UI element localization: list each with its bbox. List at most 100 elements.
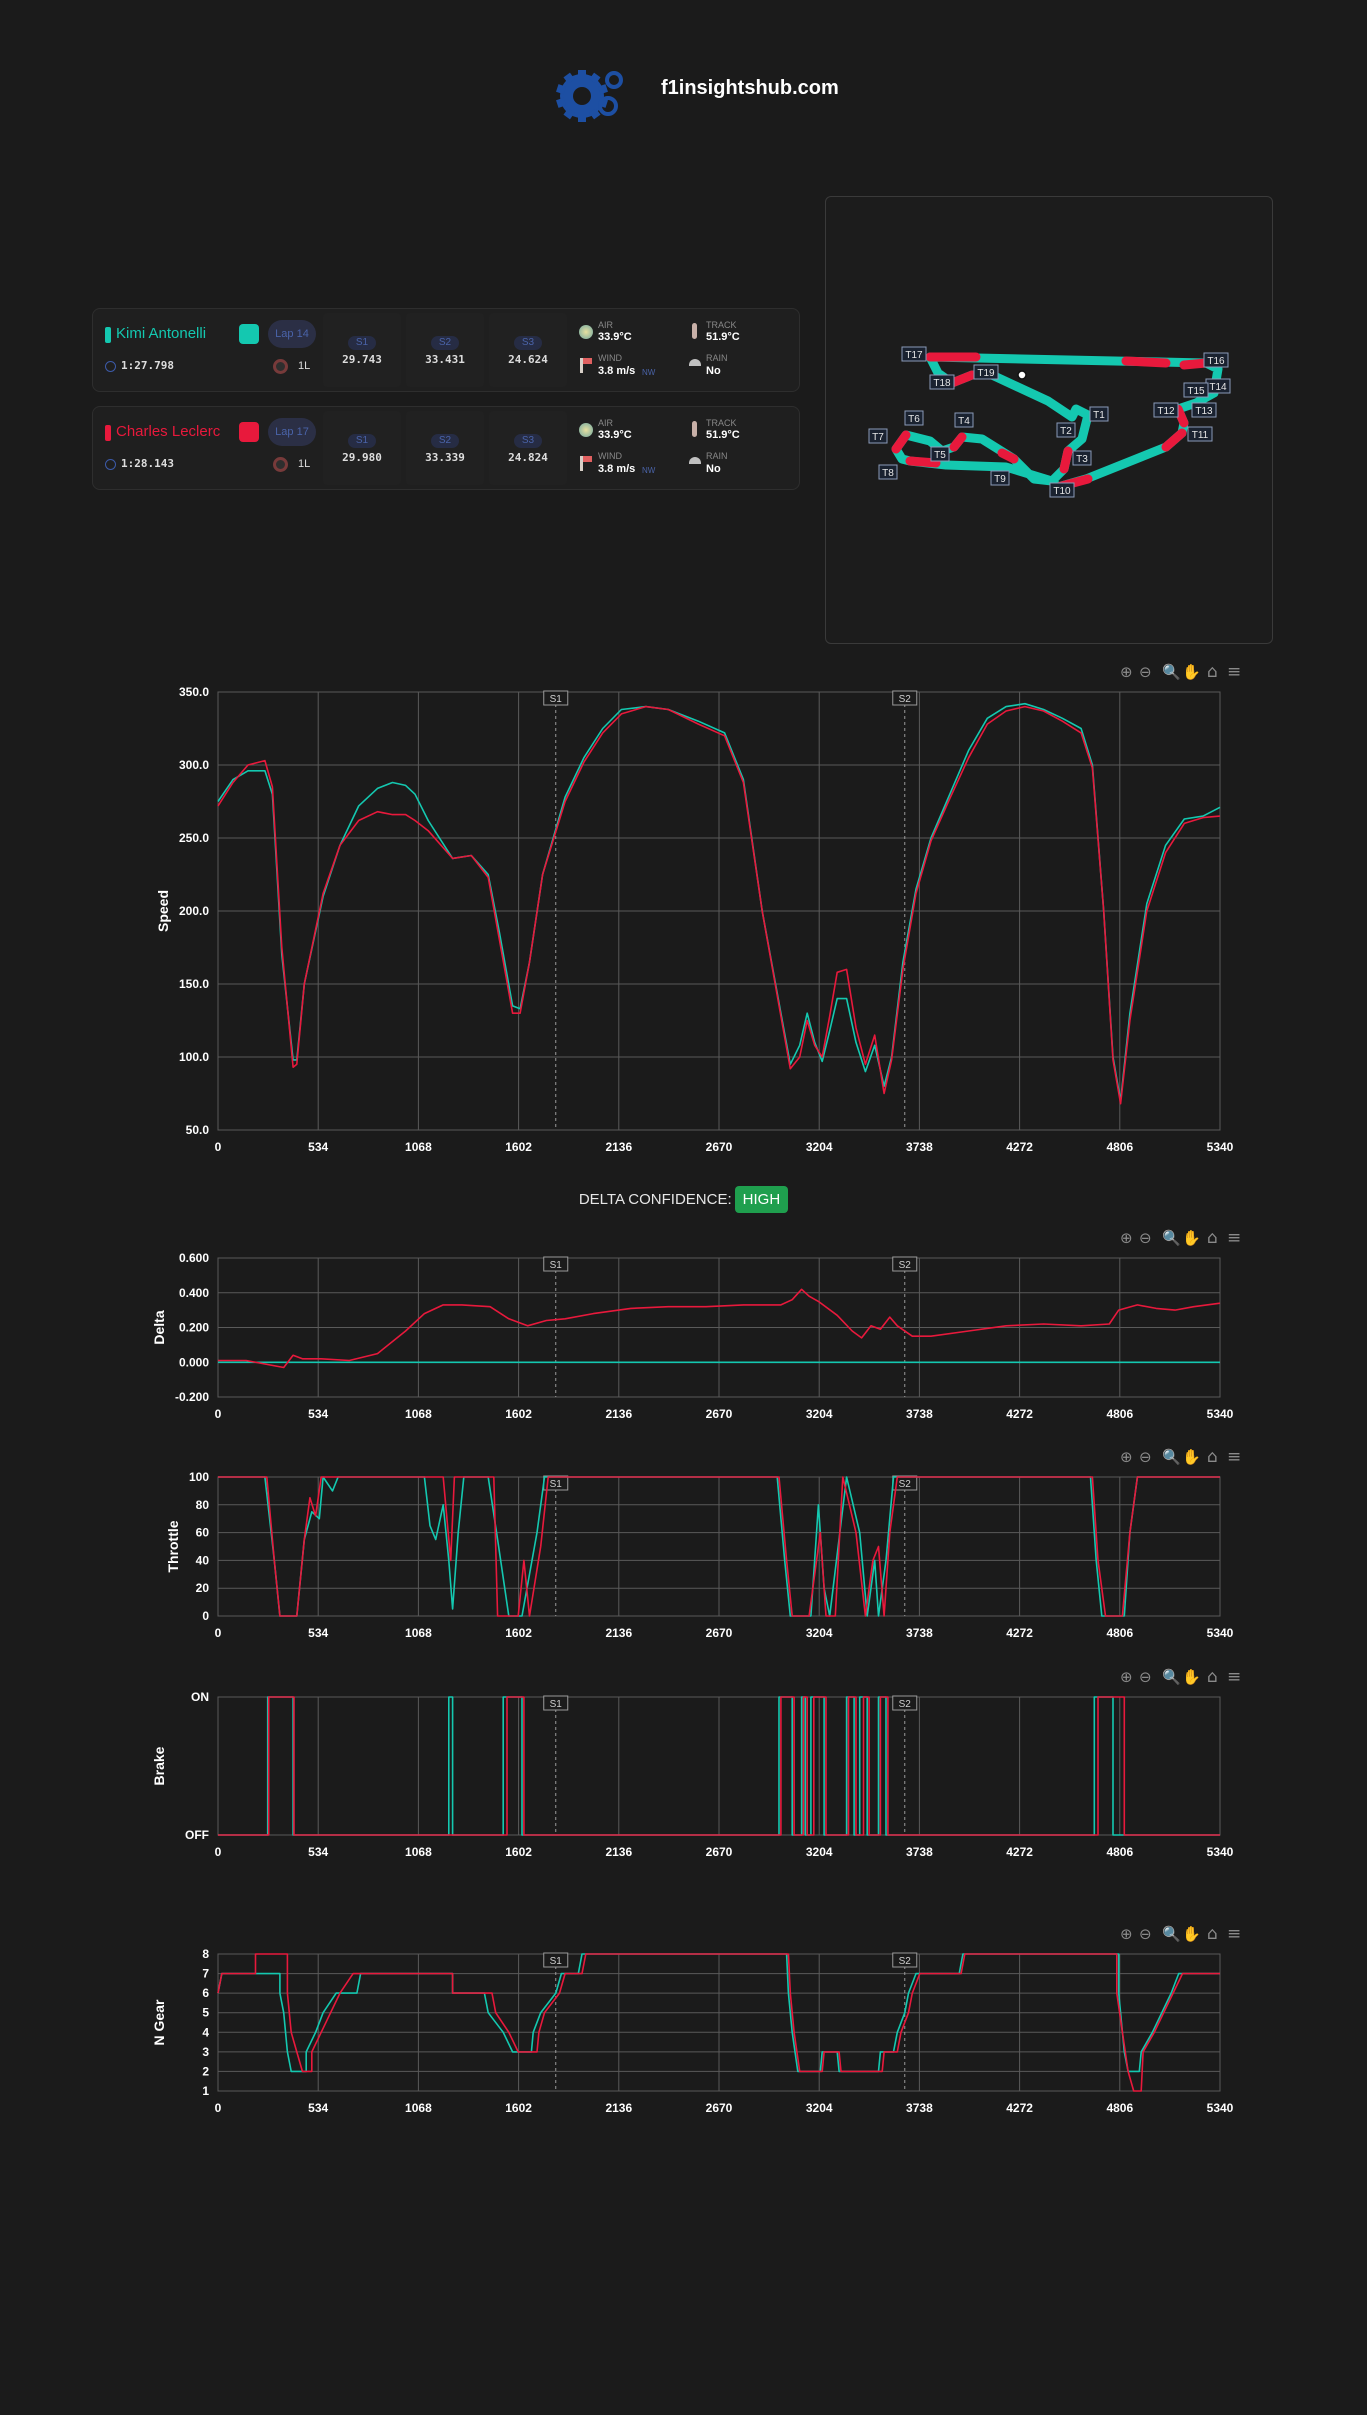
x-tick-label: 4806: [1106, 1407, 1133, 1421]
pan-icon[interactable]: ✋: [1182, 1448, 1201, 1466]
x-tick-label: 4806: [1106, 2101, 1133, 2115]
sector-marker-label: S1: [550, 1699, 563, 1710]
x-tick-label: 534: [308, 1626, 328, 1640]
zoom-out-icon[interactable]: ⊖: [1139, 1448, 1152, 1466]
x-tick-label: 1068: [405, 1140, 432, 1154]
zoom-out-icon[interactable]: ⊖: [1139, 1229, 1152, 1247]
x-tick-label: 2136: [605, 1626, 632, 1640]
x-tick-label: 4272: [1006, 1407, 1033, 1421]
x-tick-label: 0: [215, 1845, 222, 1859]
zoom-select-icon[interactable]: 🔍: [1162, 1924, 1181, 1943]
x-tick-label: 0: [215, 1407, 222, 1421]
y-tick-label: 300.0: [179, 758, 209, 772]
y-tick-label: 20: [196, 1581, 210, 1595]
pan-icon[interactable]: ✋: [1182, 1229, 1201, 1247]
x-tick-label: 5340: [1207, 1140, 1234, 1154]
x-tick-label: 4272: [1006, 1140, 1033, 1154]
zoom-out-icon[interactable]: ⊖: [1139, 1668, 1152, 1686]
x-tick-label: 5340: [1207, 1407, 1234, 1421]
zoom-out-icon[interactable]: ⊖: [1139, 663, 1152, 681]
y-axis-label: Delta: [151, 1310, 167, 1344]
sector-marker-label: S1: [550, 1479, 563, 1490]
y-tick-label: OFF: [185, 1828, 209, 1842]
x-tick-label: 1068: [405, 2101, 432, 2115]
x-tick-label: 2670: [706, 1140, 733, 1154]
y-tick-label: 1: [202, 2084, 209, 2098]
y-axis-label: Speed: [155, 890, 171, 932]
delta-confidence-label: DELTA CONFIDENCE:: [578, 1191, 732, 1208]
y-tick-label: 5: [202, 2006, 209, 2020]
x-tick-label: 2136: [605, 2101, 632, 2115]
x-tick-label: 2670: [706, 1407, 733, 1421]
x-tick-label: 534: [308, 2101, 328, 2115]
x-tick-label: 3204: [806, 1407, 833, 1421]
pan-icon[interactable]: ✋: [1182, 1925, 1201, 1943]
sector-marker-label: S2: [899, 1479, 912, 1490]
zoom-in-icon[interactable]: ⊕: [1120, 1229, 1133, 1247]
x-tick-label: 0: [215, 1626, 222, 1640]
home-icon[interactable]: ⌂: [1207, 1924, 1218, 1944]
y-tick-label: 100: [189, 1470, 209, 1484]
sector-marker-label: S2: [899, 1699, 912, 1710]
x-tick-label: 1602: [505, 2101, 532, 2115]
y-axis-label: N Gear: [151, 1999, 167, 2045]
zoom-in-icon[interactable]: ⊕: [1120, 1668, 1133, 1686]
x-tick-label: 3204: [806, 1140, 833, 1154]
x-tick-label: 1068: [405, 1845, 432, 1859]
home-icon[interactable]: ⌂: [1207, 1667, 1218, 1687]
zoom-select-icon[interactable]: 🔍: [1162, 1228, 1181, 1247]
menu-icon[interactable]: ≡: [1227, 1228, 1241, 1248]
y-tick-label: -0.200: [175, 1390, 209, 1404]
x-tick-label: 3204: [806, 2101, 833, 2115]
x-tick-label: 4806: [1106, 1845, 1133, 1859]
x-tick-label: 2136: [605, 1845, 632, 1859]
x-tick-label: 2136: [605, 1140, 632, 1154]
y-tick-label: 0.400: [179, 1286, 209, 1300]
pan-icon[interactable]: ✋: [1182, 663, 1201, 681]
y-tick-label: 80: [196, 1498, 210, 1512]
x-tick-label: 534: [308, 1140, 328, 1154]
x-tick-label: 534: [308, 1845, 328, 1859]
zoom-out-icon[interactable]: ⊖: [1139, 1925, 1152, 1943]
x-tick-label: 3738: [906, 1626, 933, 1640]
y-tick-label: 3: [202, 2045, 209, 2059]
x-tick-label: 3738: [906, 1407, 933, 1421]
menu-icon[interactable]: ≡: [1227, 1667, 1241, 1687]
home-icon[interactable]: ⌂: [1207, 662, 1218, 682]
x-tick-label: 5340: [1207, 2101, 1234, 2115]
y-tick-label: 8: [202, 1947, 209, 1961]
zoom-in-icon[interactable]: ⊕: [1120, 663, 1133, 681]
y-tick-label: 4: [202, 2025, 209, 2039]
y-tick-label: 0.200: [179, 1321, 209, 1335]
x-tick-label: 1602: [505, 1140, 532, 1154]
menu-icon[interactable]: ≡: [1227, 662, 1241, 682]
zoom-select-icon[interactable]: 🔍: [1162, 1667, 1181, 1686]
zoom-in-icon[interactable]: ⊕: [1120, 1448, 1133, 1466]
delta-confidence-badge: HIGH: [734, 1186, 789, 1213]
x-tick-label: 3738: [906, 1140, 933, 1154]
zoom-in-icon[interactable]: ⊕: [1120, 1925, 1133, 1943]
y-tick-label: 0: [202, 1609, 209, 1623]
x-tick-label: 0: [215, 1140, 222, 1154]
x-tick-label: 4272: [1006, 1626, 1033, 1640]
home-icon[interactable]: ⌂: [1207, 1447, 1218, 1467]
zoom-select-icon[interactable]: 🔍: [1162, 662, 1181, 681]
y-tick-label: 200.0: [179, 904, 209, 918]
x-tick-label: 1602: [505, 1845, 532, 1859]
x-tick-label: 4806: [1106, 1626, 1133, 1640]
x-tick-label: 4272: [1006, 1845, 1033, 1859]
y-tick-label: 7: [202, 1967, 209, 1981]
sector-marker-label: S2: [899, 694, 912, 705]
x-tick-label: 3204: [806, 1626, 833, 1640]
menu-icon[interactable]: ≡: [1227, 1924, 1241, 1944]
x-tick-label: 1602: [505, 1626, 532, 1640]
y-tick-label: 150.0: [179, 977, 209, 991]
menu-icon[interactable]: ≡: [1227, 1447, 1241, 1467]
x-tick-label: 1068: [405, 1407, 432, 1421]
home-icon[interactable]: ⌂: [1207, 1228, 1218, 1248]
y-tick-label: 100.0: [179, 1050, 209, 1064]
zoom-select-icon[interactable]: 🔍: [1162, 1447, 1181, 1466]
x-tick-label: 534: [308, 1407, 328, 1421]
x-tick-label: 5340: [1207, 1626, 1234, 1640]
pan-icon[interactable]: ✋: [1182, 1668, 1201, 1686]
